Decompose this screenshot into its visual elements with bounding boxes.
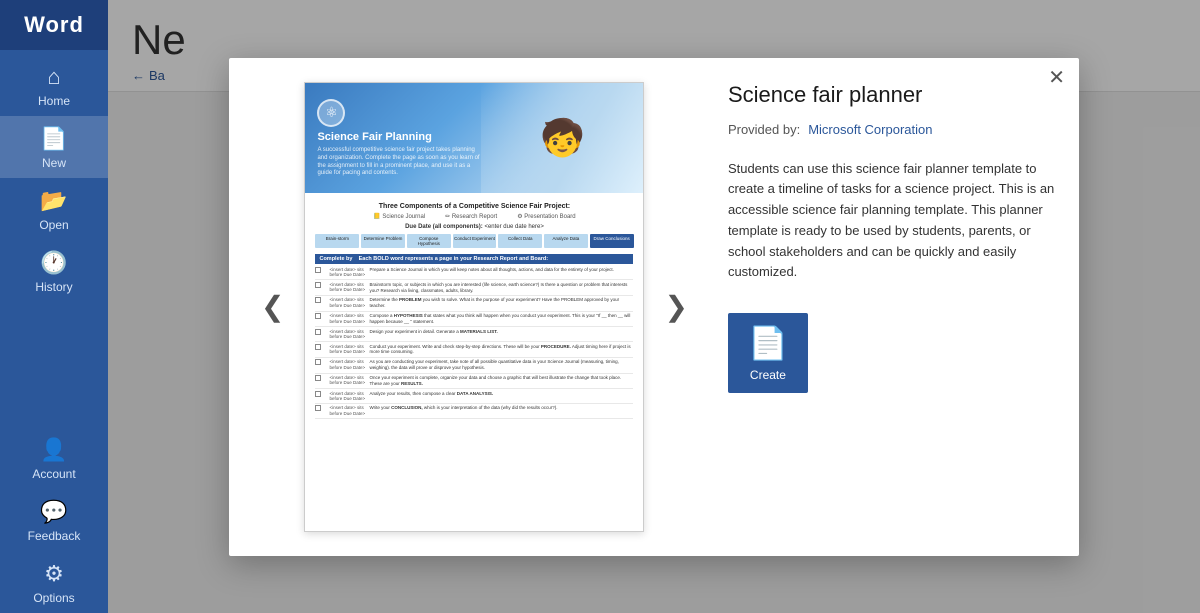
- sidebar-bottom: 👤 Account 💬 Feedback ⚙ Options: [0, 427, 108, 613]
- preview-due-date: Due Date (all components): <enter due da…: [315, 224, 633, 230]
- table-row: <insert date> sits before Due Date> Writ…: [315, 404, 633, 419]
- template-description: Students can use this science fair plann…: [728, 159, 1055, 284]
- sidebar-item-label: Home: [38, 94, 70, 108]
- sidebar-item-history[interactable]: 🕐 History: [0, 240, 108, 302]
- sidebar-item-label: New: [42, 156, 66, 170]
- prev-button[interactable]: ❮: [253, 282, 292, 331]
- component-report: ✏ Research Report: [445, 213, 497, 220]
- history-icon: 🕐: [40, 250, 67, 276]
- preview-content: Three Components of a Competitive Scienc…: [305, 193, 643, 425]
- account-icon: 👤: [40, 437, 67, 463]
- create-button-area: 📄 Create: [728, 313, 1055, 393]
- checkbox: [315, 405, 321, 411]
- template-preview: ⚛ Science Fair Planning A successful com…: [304, 82, 644, 532]
- sidebar-item-open[interactable]: 📂 Open: [0, 178, 108, 240]
- sidebar-item-label: History: [35, 280, 72, 294]
- table-row: <insert date> sits before Due Date> Comp…: [315, 312, 633, 328]
- timeline-step: Conduct Experiment: [453, 234, 497, 248]
- app-logo: Word: [0, 0, 108, 50]
- sidebar-item-account[interactable]: 👤 Account: [0, 427, 108, 489]
- sidebar-item-options[interactable]: ⚙ Options: [0, 551, 108, 613]
- timeline-step: Determine Problem: [361, 234, 405, 248]
- options-icon: ⚙: [44, 561, 64, 587]
- feedback-icon: 💬: [40, 499, 67, 525]
- preview-logo: ⚛: [317, 99, 345, 127]
- table-row: <insert date> sits before Due Date> Anal…: [315, 389, 633, 404]
- table-row: <insert date> sits before Due Date> Dete…: [315, 296, 633, 312]
- sidebar-item-feedback[interactable]: 💬 Feedback: [0, 489, 108, 551]
- checkbox: [315, 375, 321, 381]
- sidebar-item-label: Account: [32, 467, 75, 481]
- provider-link[interactable]: Microsoft Corporation: [808, 122, 932, 137]
- checkbox: [315, 267, 321, 273]
- preview-components-row: 📒 Science Journal ✏ Research Report ⚙ Pr…: [315, 213, 633, 220]
- component-board: ⚙ Presentation Board: [517, 213, 575, 220]
- home-icon: ⌂: [47, 64, 60, 90]
- checkbox: [315, 297, 321, 303]
- timeline-step: Brain-storm: [315, 234, 359, 248]
- open-icon: 📂: [40, 188, 67, 214]
- main-area: Ne ← Ba ✕ ❮ ⚛ Science Fair Planning: [108, 0, 1200, 613]
- preview-table-header: Complete by Each BOLD word represents a …: [315, 254, 633, 264]
- template-name: Science fair planner: [728, 82, 1055, 108]
- sidebar: Word ⌂ Home 📄 New 📂 Open 🕐 History 👤 Acc…: [0, 0, 108, 613]
- table-row: <insert date> sits before Due Date> Desi…: [315, 327, 633, 342]
- template-preview-area: ❮ ⚛ Science Fair Planning A successful c…: [253, 82, 696, 532]
- checkbox: [315, 359, 321, 365]
- next-button[interactable]: ❯: [656, 282, 695, 331]
- preview-header-image: 🧒: [481, 83, 643, 193]
- table-row: <insert date> sits before Due Date> Once…: [315, 374, 633, 390]
- provider-label: Provided by:: [728, 122, 800, 137]
- template-info-panel: Science fair planner Provided by: Micros…: [728, 82, 1055, 532]
- table-row: <insert date> sits before Due Date> As y…: [315, 358, 633, 374]
- modal-overlay: ✕ ❮ ⚛ Science Fair Planning A successful…: [108, 0, 1200, 613]
- create-button[interactable]: 📄 Create: [728, 313, 808, 393]
- preview-section-title: Three Components of a Competitive Scienc…: [315, 203, 633, 210]
- preview-header: ⚛ Science Fair Planning A successful com…: [305, 83, 643, 193]
- checkbox: [315, 329, 321, 335]
- create-label: Create: [750, 368, 786, 382]
- new-icon: 📄: [40, 126, 67, 152]
- preview-timeline: Brain-storm Determine Problem Compose Hy…: [315, 234, 633, 248]
- sidebar-item-new[interactable]: 📄 New: [0, 116, 108, 178]
- modal-body: ❮ ⚛ Science Fair Planning A successful c…: [229, 58, 1079, 556]
- sidebar-item-label: Open: [39, 218, 68, 232]
- timeline-step: Compose Hypothesis: [407, 234, 451, 248]
- sidebar-item-home[interactable]: ⌂ Home: [0, 54, 108, 116]
- provider-row: Provided by: Microsoft Corporation: [728, 122, 1055, 137]
- preview-title: Science Fair Planning: [317, 131, 481, 144]
- table-row: <insert date> sits before Due Date> Prep…: [315, 266, 633, 281]
- preview-header-left: ⚛ Science Fair Planning A successful com…: [305, 87, 491, 188]
- timeline-step: Analyze Data: [544, 234, 588, 248]
- close-button[interactable]: ✕: [1048, 68, 1065, 88]
- sidebar-item-label: Feedback: [28, 529, 81, 543]
- template-modal: ✕ ❮ ⚛ Science Fair Planning A successful…: [229, 58, 1079, 556]
- checkbox: [315, 282, 321, 288]
- checkbox: [315, 391, 321, 397]
- sidebar-item-label: Options: [33, 591, 74, 605]
- checkbox: [315, 344, 321, 350]
- table-row: <insert date> sits before Due Date> Brai…: [315, 280, 633, 296]
- preview-subtitle: A successful competitive science fair pr…: [317, 147, 481, 178]
- component-journal: 📒 Science Journal: [373, 213, 425, 220]
- create-icon: 📄: [748, 324, 788, 362]
- table-row: <insert date> sits before Due Date> Cond…: [315, 342, 633, 358]
- timeline-step: Collect Data: [498, 234, 542, 248]
- timeline-step-active: Draw Conclusions: [590, 234, 634, 248]
- checkbox: [315, 313, 321, 319]
